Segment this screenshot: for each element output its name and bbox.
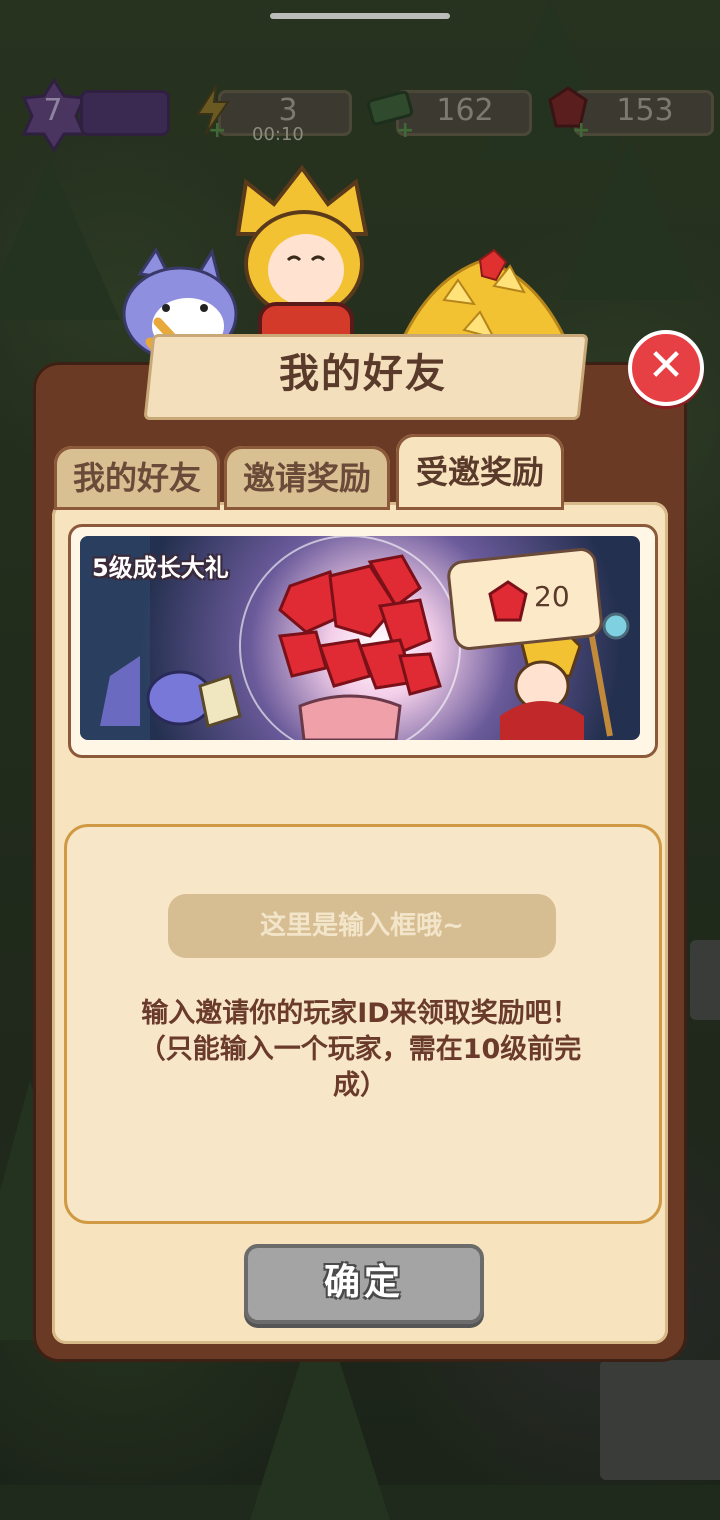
tab-my-friends[interactable]: 我的好友 xyxy=(54,446,220,510)
reward-gem-count: 20 xyxy=(534,580,570,613)
add-energy-button[interactable]: + xyxy=(208,120,226,142)
hint-line: 输入邀请你的玩家ID来领取奖励吧！ xyxy=(141,998,579,1029)
inviter-id-input[interactable] xyxy=(168,894,556,958)
hint-line: （只能输入一个玩家，需在10级前完 xyxy=(138,1034,582,1065)
confirm-button[interactable]: 确定 xyxy=(244,1244,484,1324)
king-character-illustration xyxy=(235,164,369,354)
cash-count: 162 xyxy=(436,93,494,128)
hint-line: 成） xyxy=(333,1070,387,1101)
panel-title: 我的好友 xyxy=(279,351,447,397)
energy-timer: 00:10 xyxy=(252,124,304,145)
player-level: 7 xyxy=(43,93,63,128)
gem-icon xyxy=(488,580,528,622)
tab-invited-rewards[interactable]: 受邀奖励 xyxy=(396,434,564,510)
system-home-indicator xyxy=(270,13,450,19)
invite-instructions: 输入邀请你的玩家ID来领取奖励吧！ （只能输入一个玩家，需在10级前完 成） xyxy=(100,996,620,1104)
tab-invite-rewards[interactable]: 邀请奖励 xyxy=(224,446,390,510)
level-progress-bar xyxy=(80,90,170,136)
gem-count: 153 xyxy=(616,93,674,128)
reward-title: 5级成长大礼 xyxy=(92,554,229,582)
close-icon: ✕ xyxy=(647,340,685,391)
close-button[interactable]: ✕ xyxy=(628,330,704,406)
